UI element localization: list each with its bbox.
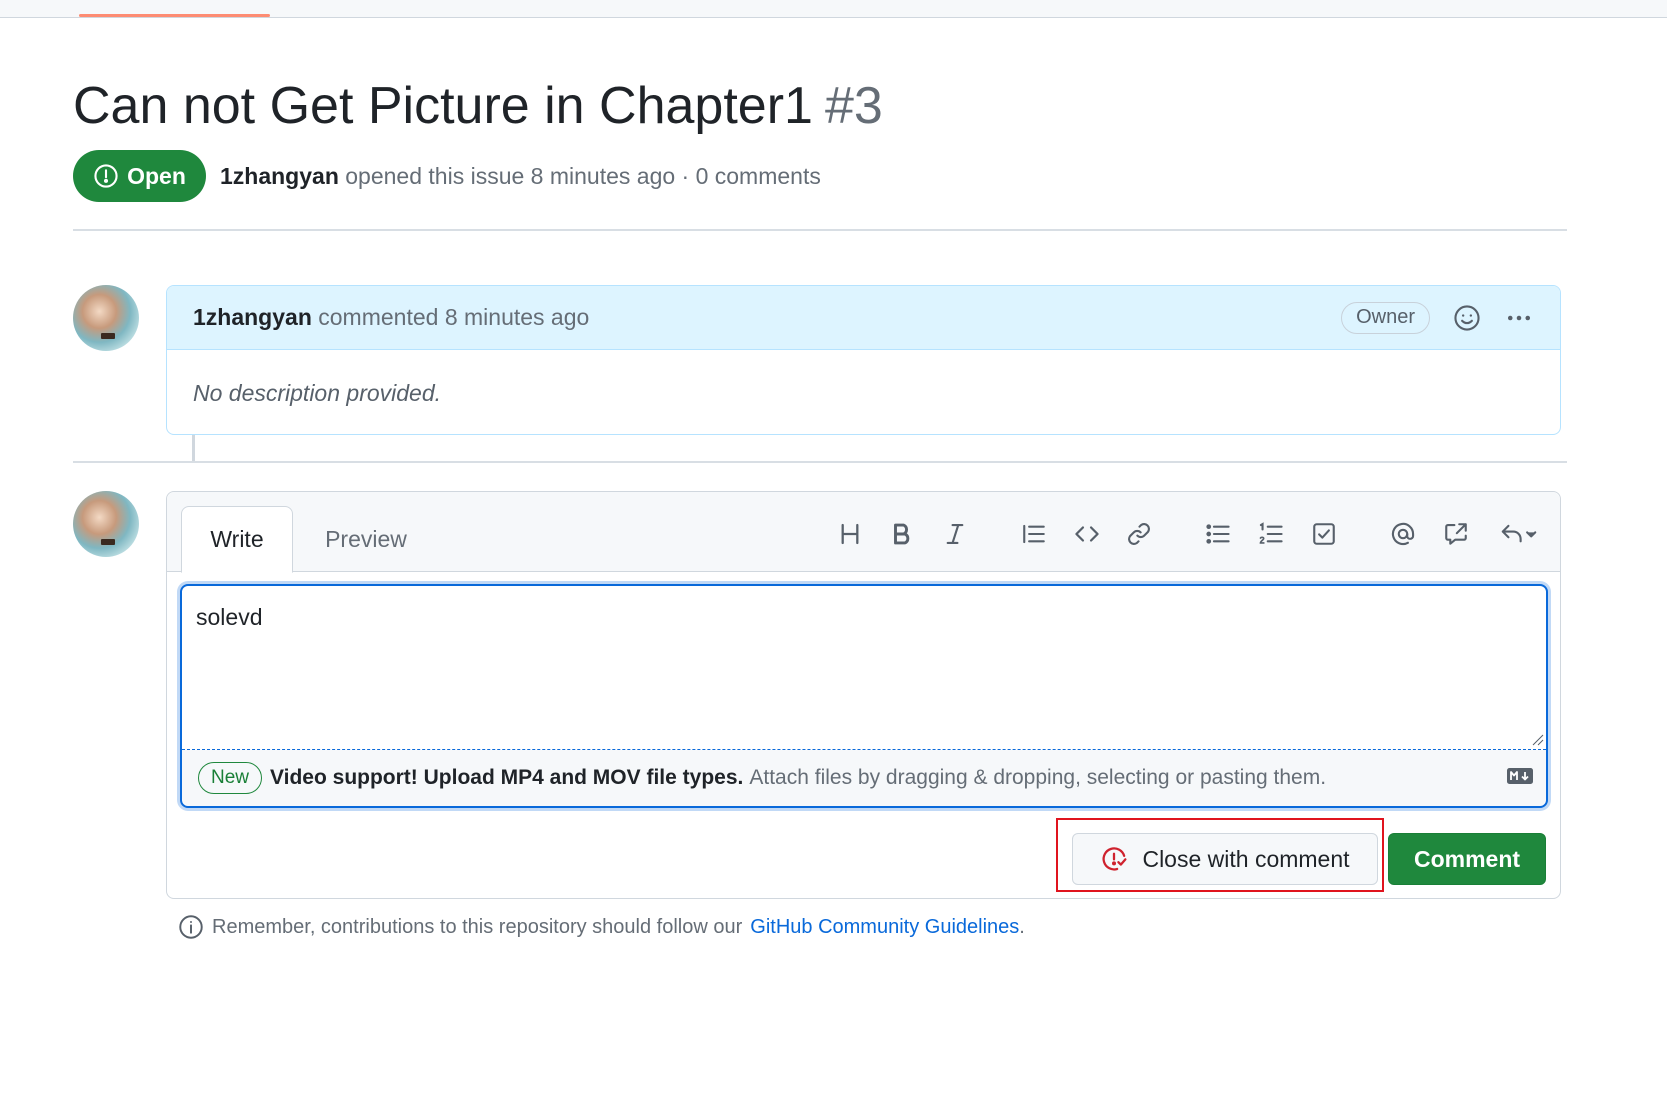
timeline-divider [73,461,1567,463]
active-tab-underline [79,14,270,17]
issue-author-link[interactable]: 1zhangyan [220,163,339,189]
owner-badge: Owner [1341,301,1430,334]
link-icon[interactable] [1121,516,1157,552]
quote-icon[interactable] [1016,516,1052,552]
file-attachment-bar[interactable]: New Video support! Upload MP4 and MOV fi… [182,750,1546,806]
comment-textarea-container: solevd New Video support! Upload MP4 and… [180,584,1548,808]
ordered-list-icon[interactable] [1253,516,1289,552]
issue-number: #3 [824,77,883,135]
reply-icon[interactable] [1493,516,1545,552]
heading-icon[interactable] [832,516,868,552]
comment-author-line: 1zhangyan commented 8 minutes ago [193,304,589,331]
comment-author-link[interactable]: 1zhangyan [193,304,312,330]
avatar[interactable] [73,491,139,557]
attach-files-notice: Attach files by dragging & dropping, sel… [749,766,1327,789]
cross-reference-icon[interactable] [1438,516,1474,552]
italic-icon[interactable] [937,516,973,552]
highlight-box [1056,818,1384,892]
mention-icon[interactable] [1385,516,1421,552]
new-badge: New [198,762,263,794]
repo-nav-bar [0,0,1667,18]
comment-action: commented 8 minutes ago [318,304,590,330]
code-icon[interactable] [1069,516,1105,552]
video-support-notice: Video support! Upload MP4 and MOV file t… [270,766,744,789]
contribution-note-text: Remember, contributions to this reposito… [212,915,743,938]
editor-toolbar: Write Preview [167,492,1560,573]
note-period: . [1019,915,1025,938]
issue-opened-icon [94,164,118,188]
bold-icon[interactable] [884,516,920,552]
comment-button[interactable]: Comment [1388,833,1546,885]
resize-grip-icon[interactable] [1530,732,1544,746]
task-list-icon[interactable] [1306,516,1342,552]
markdown-icon[interactable] [1506,766,1534,786]
issue-meta: 1zhangyan opened this issue 8 minutes ag… [220,163,821,190]
issue-state-badge: Open [73,150,206,202]
issue-meta-text: opened this issue 8 minutes ago · 0 comm… [345,163,821,189]
comment-body: No description provided. [193,380,442,406]
timeline-connector [192,435,195,462]
comment-header: 1zhangyan commented 8 minutes ago Owner [167,286,1560,350]
info-icon [179,915,203,939]
kebab-menu-icon[interactable] [1504,303,1534,333]
issue-title-text: Can not Get Picture in Chapter1 [73,77,813,135]
smiley-icon[interactable] [1452,303,1482,333]
contribution-note: Remember, contributions to this reposito… [178,914,1025,940]
tab-preview[interactable]: Preview [307,506,425,572]
comment-textarea[interactable]: solevd [182,586,1546,750]
avatar[interactable] [73,285,139,351]
tab-write[interactable]: Write [181,506,293,573]
issue-state-label: Open [127,162,186,189]
unordered-list-icon[interactable] [1200,516,1236,552]
header-divider [73,229,1567,231]
issue-comment: 1zhangyan commented 8 minutes ago Owner … [166,285,1561,435]
community-guidelines-link[interactable]: GitHub Community Guidelines [750,916,1019,938]
issue-title: Can not Get Picture in Chapter1 #3 [73,76,883,136]
